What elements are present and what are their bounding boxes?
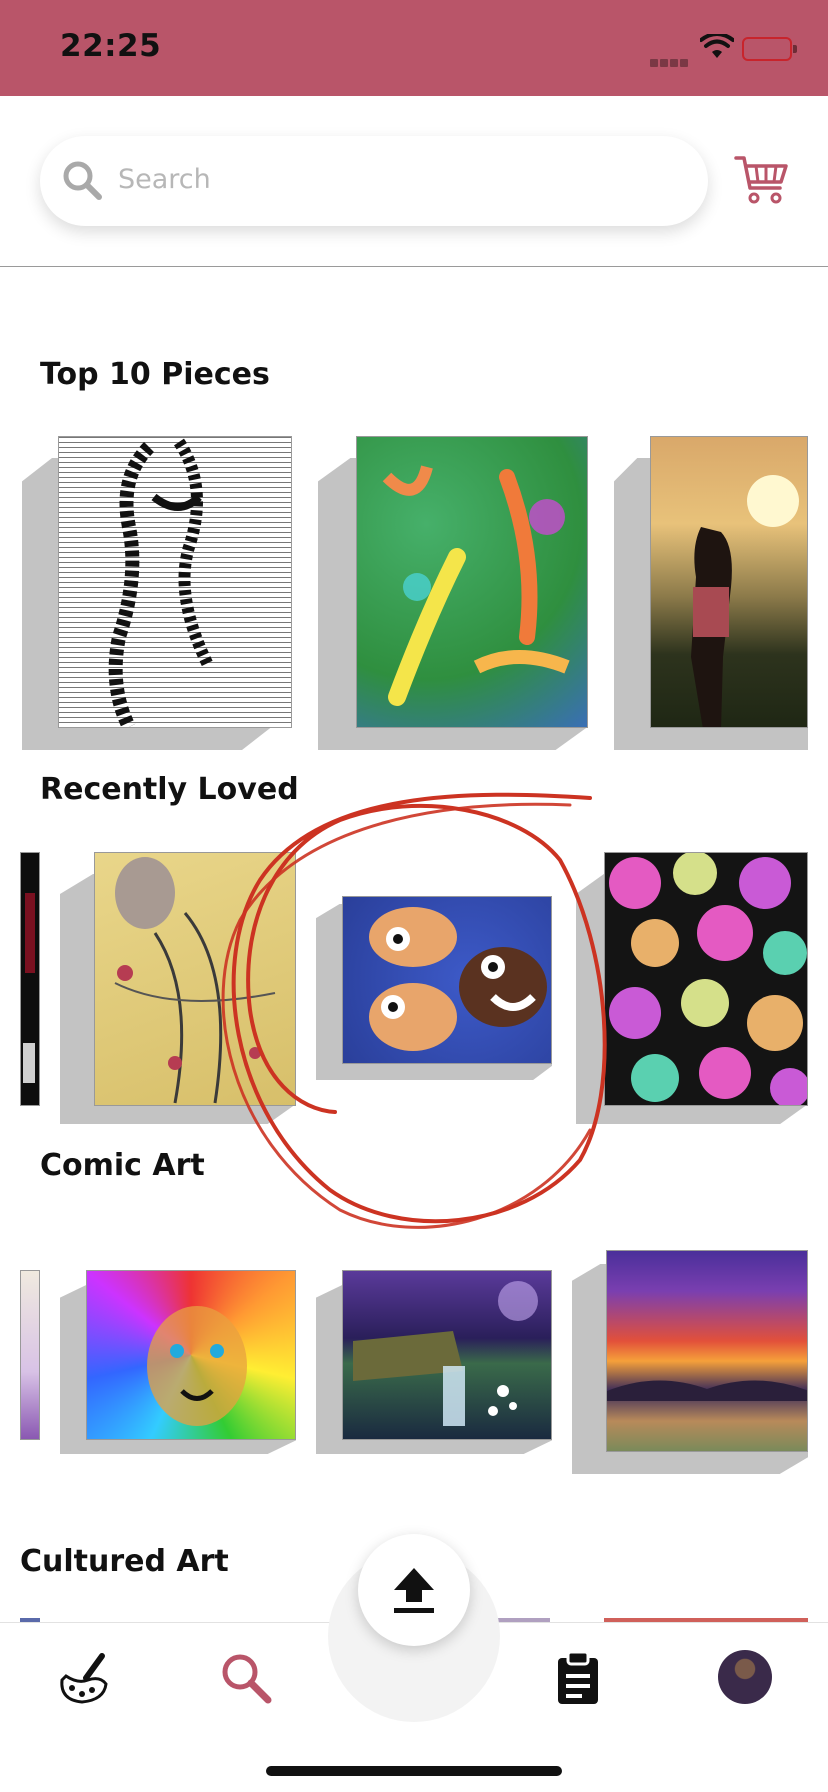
clipboard-icon[interactable] (550, 1650, 606, 1706)
art-palette-icon[interactable] (56, 1650, 112, 1706)
purple-partial-artwork[interactable] (20, 1270, 40, 1440)
colorful-hearts-artwork[interactable] (604, 852, 808, 1106)
sunset-field-photo[interactable] (650, 436, 808, 728)
sunset-sky-painting[interactable] (606, 1250, 808, 1452)
header-divider (0, 266, 828, 267)
status-time: 22:25 (60, 28, 162, 64)
cartoon-characters-artwork[interactable] (342, 896, 552, 1064)
search-icon (63, 161, 102, 200)
wifi-icon (700, 34, 734, 58)
green-abstract-artwork[interactable] (356, 436, 588, 728)
rainbow-lion-artwork[interactable] (86, 1270, 296, 1440)
section-title-recently-loved: Recently Loved (40, 772, 299, 807)
home-indicator (266, 1766, 562, 1776)
section-title-top-10: Top 10 Pieces (40, 357, 270, 392)
status-bar: 22:25 (0, 0, 828, 96)
search-input[interactable]: Search (118, 164, 211, 195)
upload-icon (394, 1568, 434, 1613)
section-title-cultured-art: Cultured Art (20, 1544, 229, 1579)
cellular-signal-icon (650, 52, 692, 67)
upload-button[interactable] (358, 1534, 470, 1646)
face-branches-artwork[interactable] (94, 852, 296, 1106)
waterfall-painting[interactable] (342, 1270, 552, 1440)
battery-low-icon (742, 37, 797, 61)
search-bar[interactable]: Search (40, 136, 708, 226)
dark-partial-artwork[interactable] (20, 852, 40, 1106)
section-title-comic-art: Comic Art (40, 1148, 205, 1183)
shopping-cart-icon[interactable] (734, 152, 790, 208)
search-icon[interactable] (218, 1650, 274, 1706)
text-portrait-artwork[interactable] (58, 436, 292, 728)
profile-avatar-icon[interactable] (718, 1650, 772, 1704)
